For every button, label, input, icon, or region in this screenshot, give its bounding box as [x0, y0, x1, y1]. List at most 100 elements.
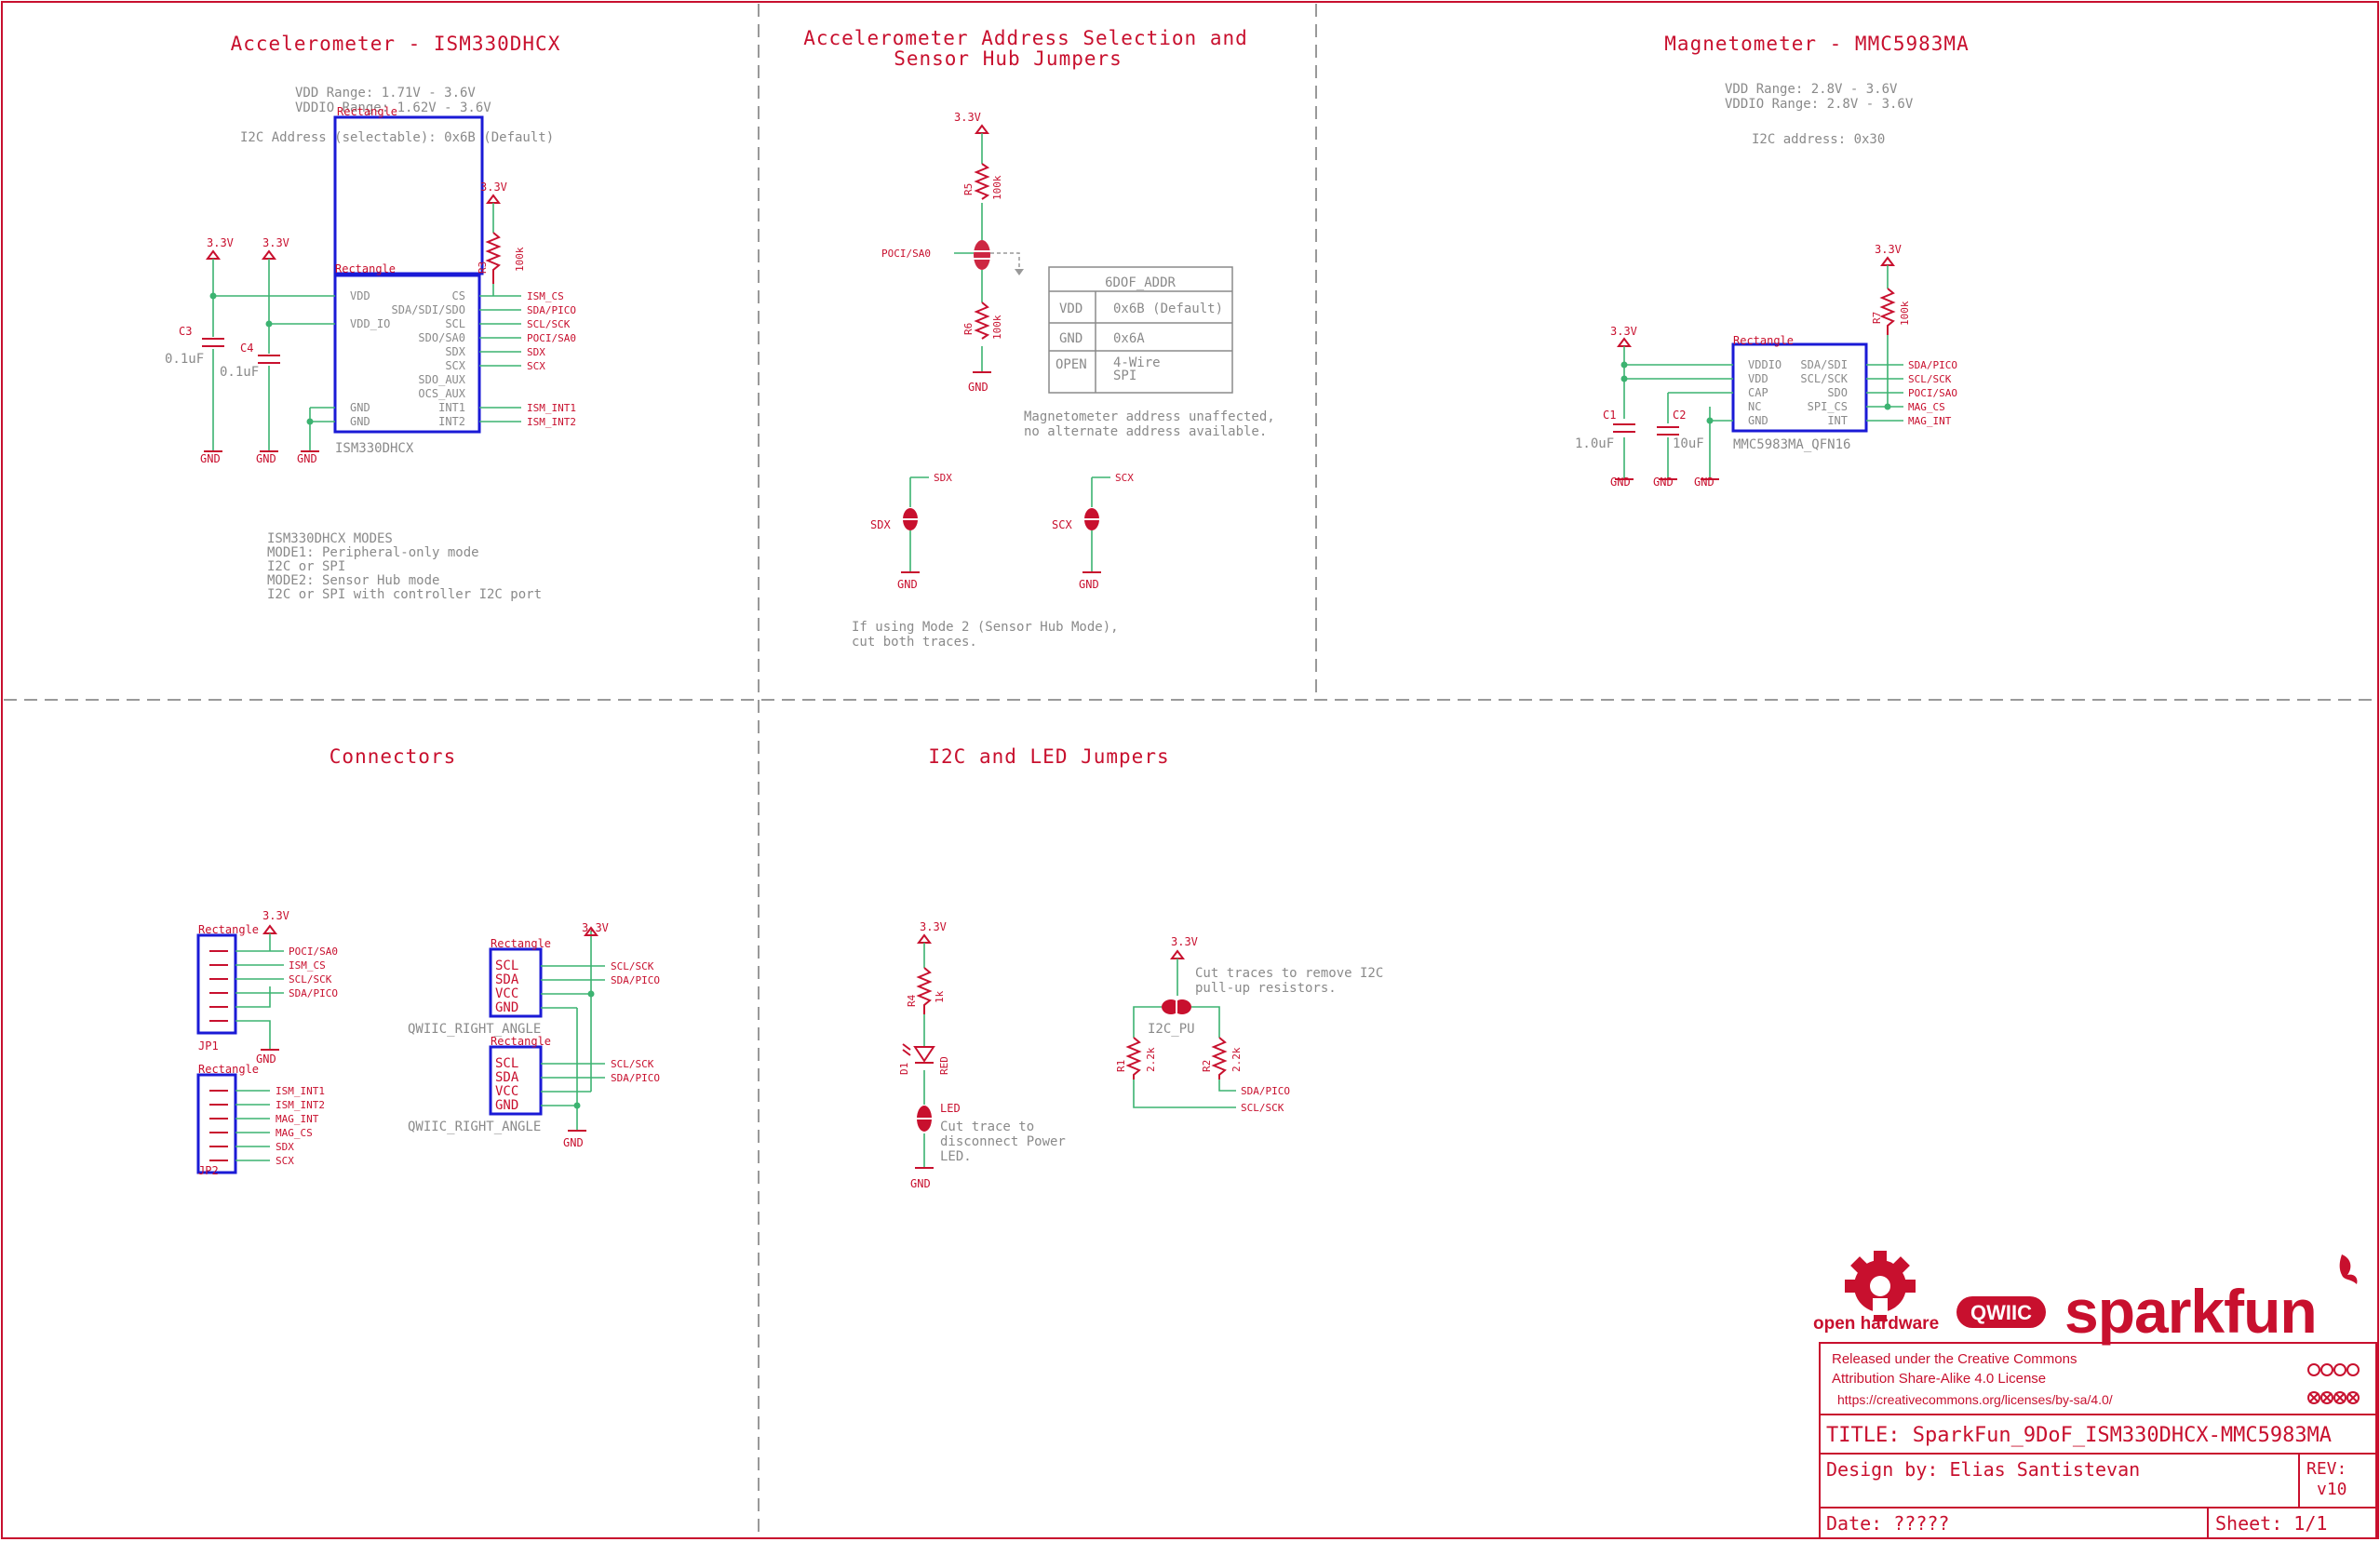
- conn-jp1-header[interactable]: [196, 933, 237, 1035]
- i2c-r4-resistor[interactable]: [916, 967, 933, 1014]
- i2c-d1-name: D1: [898, 1063, 910, 1075]
- conn-qwiic-2-pin-scl: SCL: [495, 1056, 518, 1071]
- mag-net-scl: SCL/SCK: [1908, 373, 1952, 385]
- accel-c3-name: C3: [179, 325, 192, 338]
- conn-jp2-header[interactable]: [196, 1073, 237, 1174]
- accel-note-vdd: VDD Range: 1.71V - 3.6V: [295, 86, 476, 101]
- mag-pin-cs: SPI_CS: [1808, 400, 1848, 413]
- section-title-conn: Connectors: [329, 745, 456, 768]
- accel-r3-name: R3: [477, 261, 489, 274]
- accel-pin-sda: SDA/SDI/SDO: [392, 303, 465, 316]
- accel-mode-line-1: ISM330DHCX MODES: [267, 531, 393, 546]
- accel-note-i2c: I2C Address (selectable): 0x6B (Default): [240, 130, 554, 145]
- i2c-r4-name: R4: [906, 994, 918, 1007]
- addr-net-poci: POCI/SA0: [881, 248, 931, 260]
- accel-net-wires: [479, 295, 521, 422]
- mag-pin-sdo: SDO: [1827, 386, 1848, 399]
- conn-jp2-net-6: SCX: [276, 1155, 294, 1167]
- addr-r6-value: 100k: [991, 315, 1003, 340]
- conn-qwiic-nets: SCL/SCK SDA/PICO SCL/SCK SDA/PICO: [611, 960, 660, 1084]
- i2c-r1-resistor[interactable]: [1125, 1037, 1142, 1079]
- addr-r6-resistor[interactable]: [974, 302, 990, 340]
- mag-c1-value: 1.0uF: [1575, 436, 1614, 451]
- conn-jp1-gnd: GND: [256, 1053, 276, 1066]
- title-block-rev-label: REV:: [2306, 1459, 2346, 1479]
- mag-note-vdd: VDD Range: 2.8V - 3.6V: [1725, 82, 1898, 97]
- mag-pin-gnd: GND: [1748, 414, 1768, 427]
- mag-pin-int: INT: [1827, 414, 1848, 427]
- addr-jumper-sdx[interactable]: [903, 508, 918, 530]
- mag-cap-c1[interactable]: [1613, 423, 1635, 433]
- conn-qwiic-1-rect-label: Rectangle: [491, 937, 551, 950]
- logo-qwiic-text: QWIIC: [1970, 1301, 2032, 1324]
- conn-jp2-rect-label: Rectangle: [198, 1063, 259, 1076]
- addr-note-1: Magnetometer address unaffected,: [1024, 409, 1275, 424]
- title-block-title: TITLE: SparkFun_9DoF_ISM330DHCX-MMC5983M…: [1826, 1424, 2332, 1447]
- addr-sdx-gnd: GND: [897, 578, 918, 591]
- accel-mode-line-4: MODE2: Sensor Hub mode: [267, 573, 439, 588]
- mag-r7-supply: 3.3V: [1875, 243, 1902, 256]
- logo-oh-text: open hardware: [1813, 1314, 1939, 1334]
- mag-gnd-2: GND: [1653, 476, 1674, 489]
- addr-gnd: GND: [968, 381, 988, 394]
- accel-r3-resistor[interactable]: [485, 232, 502, 284]
- mag-cap-c2[interactable]: [1657, 426, 1679, 436]
- conn-jp2-net-2: ISM_INT2: [276, 1099, 325, 1111]
- i2c-led-note-1: Cut trace to: [940, 1120, 1034, 1134]
- conn-jp1-pins: [209, 950, 228, 1022]
- conn-qwiic-2-net-sda: SDA/PICO: [611, 1072, 660, 1084]
- addr-jumper-scx[interactable]: [1084, 508, 1099, 530]
- accel-part-name: ISM330DHCX: [335, 441, 414, 456]
- addr-mode-note-1: If using Mode 2 (Sensor Hub Mode),: [852, 620, 1119, 635]
- conn-qwiic-1-pin-vcc: VCC: [495, 986, 518, 1001]
- i2c-led-note-2: disconnect Power: [940, 1134, 1066, 1149]
- i2c-led-jumper-label: LED: [940, 1102, 961, 1115]
- i2c-led-jumper[interactable]: [917, 1106, 932, 1132]
- i2c-r1-value: 2.2k: [1145, 1047, 1157, 1072]
- logo-sparkfun: sparkfun: [2064, 1254, 2358, 1346]
- conn-jp2-net-4: MAG_CS: [276, 1127, 313, 1139]
- conn-qwiic-1-pin-scl: SCL: [495, 959, 518, 973]
- accel-r3-supply: 3.3V: [480, 181, 507, 194]
- conn-qwiic-2-pin-vcc: VCC: [495, 1084, 518, 1099]
- mag-r7-resistor[interactable]: [1879, 288, 1896, 335]
- conn-jp1-nets: POCI/SA0 ISM_CS SCL/SCK SDA/PICO: [289, 945, 338, 999]
- mag-gnd-1: GND: [1610, 476, 1631, 489]
- addr-table-title: 6DOF_ADDR: [1105, 275, 1176, 290]
- accel-net-int2: ISM_INT2: [527, 416, 576, 428]
- i2c-led-gnd: GND: [910, 1177, 931, 1190]
- i2c-r2-resistor[interactable]: [1211, 1037, 1228, 1079]
- cc-icons: [2307, 1363, 2360, 1404]
- accel-cap-c4[interactable]: [258, 355, 280, 364]
- license-line-2: Attribution Share-Alike 4.0 License: [1832, 1371, 2046, 1387]
- accel-rect-label: Rectangle: [335, 262, 396, 275]
- conn-qwiic-gnd: GND: [563, 1136, 584, 1149]
- addr-r5-resistor[interactable]: [974, 163, 990, 200]
- addr-jumper-3way[interactable]: [974, 240, 990, 270]
- conn-jp2-net-1: ISM_INT1: [276, 1085, 325, 1097]
- accel-cap-c3[interactable]: [202, 338, 224, 347]
- conn-jp1-supply: 3.3V: [262, 909, 289, 922]
- mag-pin-cap: CAP: [1748, 386, 1768, 399]
- addr-table-r2c2: 0x6A: [1113, 331, 1145, 346]
- i2c-pu-jumper[interactable]: [1162, 999, 1191, 1014]
- accel-net-scx: SCX: [527, 360, 545, 372]
- addr-table-r2c1: GND: [1059, 331, 1082, 346]
- addr-table-r3c1: OPEN: [1056, 357, 1087, 372]
- i2c-r2-name: R2: [1201, 1060, 1213, 1072]
- i2c-led-d1[interactable]: [902, 1043, 935, 1064]
- conn-jp1-net-4: SDA/PICO: [289, 987, 338, 999]
- mag-pin-nc: NC: [1748, 400, 1761, 413]
- title-block-date: Date: ?????: [1826, 1512, 1949, 1535]
- conn-jp2-net-5: SDX: [276, 1141, 294, 1153]
- title-block-design-by: Design by: Elias Santistevan: [1826, 1458, 2140, 1481]
- accel-right-pins: CS SDA/SDI/SDO SCL SDO/SA0 SDX SCX SDO_A…: [392, 289, 466, 428]
- accel-c3-value: 0.1uF: [165, 352, 204, 367]
- accel-supply-1: 3.3V: [207, 236, 234, 249]
- addr-note-2: no alternate address available.: [1024, 424, 1267, 439]
- i2c-pu-note-1: Cut traces to remove I2C: [1195, 966, 1383, 981]
- conn-qwiic-2-name: QWIIC_RIGHT_ANGLE: [408, 1120, 541, 1134]
- addr-r6-name: R6: [962, 323, 975, 335]
- addr-table-r3c2: 4-Wire SPI: [1113, 355, 1161, 383]
- section-title-accel: Accelerometer - ISM330DHCX: [231, 33, 561, 55]
